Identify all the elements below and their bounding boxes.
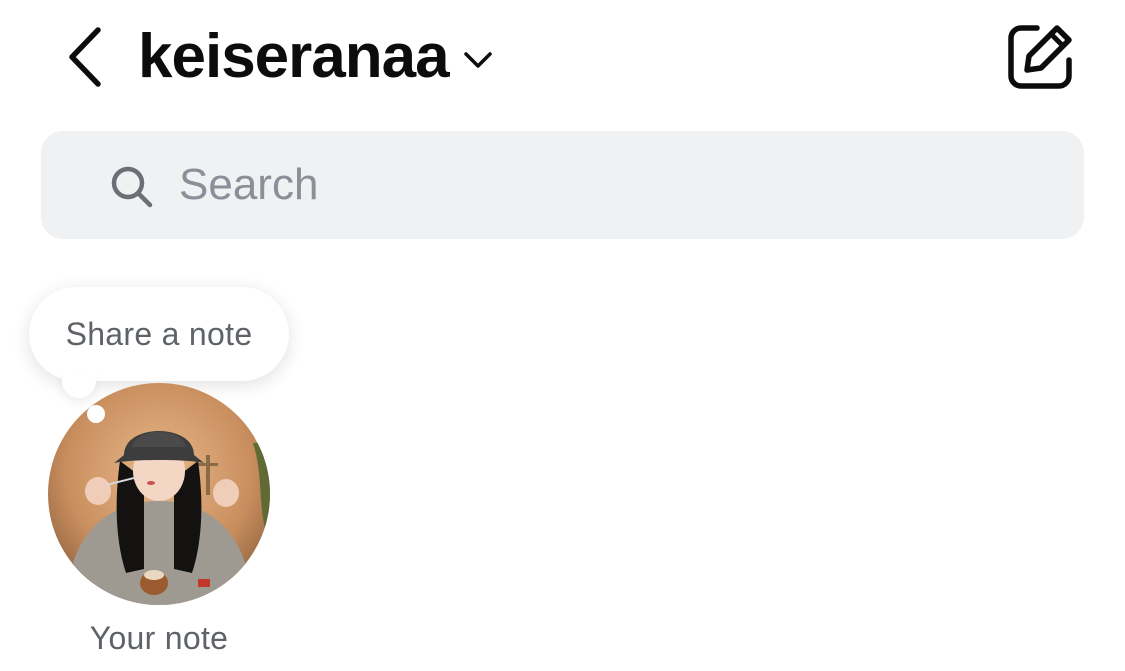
search-bar[interactable] [41,131,1084,239]
bubble-tail [62,372,96,398]
share-note-bubble[interactable]: Share a note [29,287,289,381]
page-title: keiseranaa [138,22,450,91]
compose-button[interactable] [1005,20,1077,92]
search-icon [111,166,153,208]
edit-square-icon [1008,25,1072,89]
chevron-left-icon [69,27,101,87]
header: keiseranaa [0,0,1125,118]
bubble-dot [87,405,105,423]
direct-messages-screen: keiseranaa Share a note [0,0,1125,671]
chevron-down-icon [463,50,493,70]
search-input[interactable] [179,131,1059,239]
profile-photo [48,383,270,605]
avatar[interactable] [48,383,270,605]
your-note-label: Your note [89,620,229,656]
back-button[interactable] [58,24,110,90]
account-switcher[interactable]: keiseranaa [138,22,493,92]
share-note-label: Share a note [65,315,253,352]
